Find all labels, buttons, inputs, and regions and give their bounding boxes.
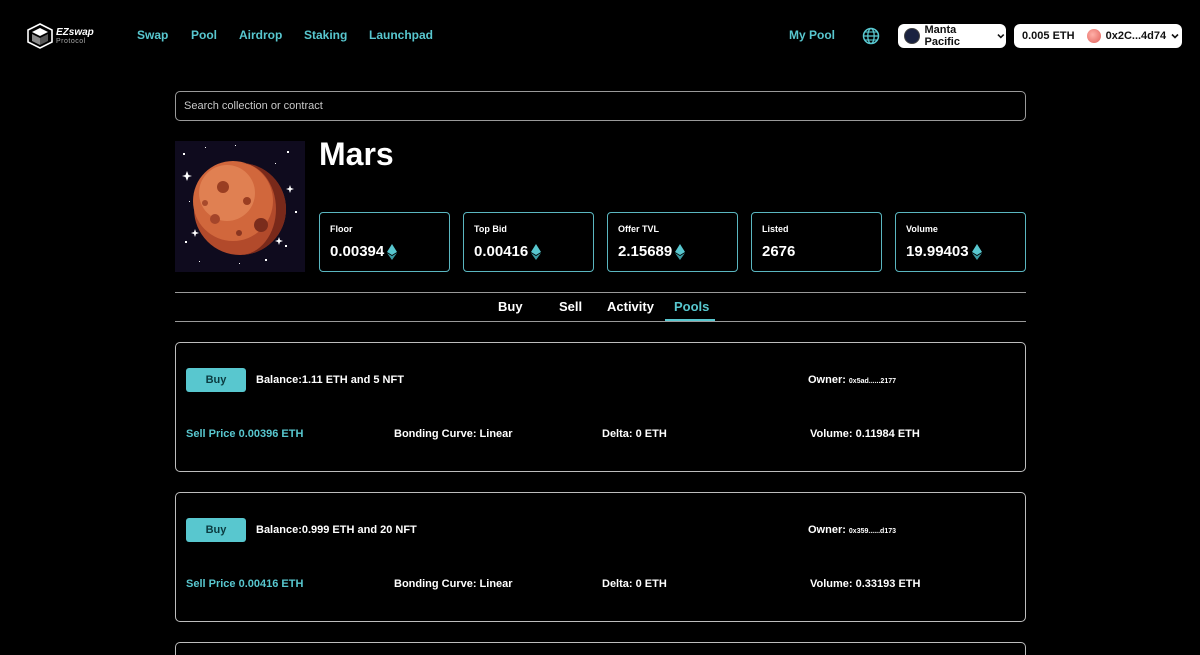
brand-name: EZswap [56, 26, 94, 38]
pool-balance: Balance:1.11 ETH and 5 NFT [256, 374, 404, 386]
bonding-curve: Bonding Curve: Linear [394, 428, 513, 440]
stat-volume: Volume 19.99403 [895, 212, 1026, 272]
tabs-divider-top [175, 292, 1026, 293]
tab-sell[interactable]: Sell [559, 299, 582, 314]
eth-icon [387, 243, 398, 260]
owner-address[interactable]: 0x359......d173 [849, 528, 896, 535]
brand-sub: Protocol [56, 37, 86, 45]
nav-swap[interactable]: Swap [137, 28, 168, 42]
chain-name: Manta Pacific [924, 24, 960, 48]
stat-label: Offer TVL [618, 224, 660, 234]
stat-floor: Floor 0.00394 [319, 212, 450, 272]
stat-label: Volume [906, 224, 938, 234]
chevron-down-icon [1171, 33, 1179, 39]
sell-price: Sell Price 0.00396 ETH [186, 428, 304, 440]
eth-icon [675, 243, 686, 260]
tab-activity[interactable]: Activity [607, 299, 654, 314]
nav-airdrop[interactable]: Airdrop [239, 28, 282, 42]
tab-buy[interactable]: Buy [498, 299, 523, 314]
bonding-curve: Bonding Curve: Linear [394, 578, 513, 590]
tab-pools[interactable]: Pools [674, 299, 709, 314]
owner-address[interactable]: 0x5ad......2177 [849, 378, 896, 385]
tabs-divider-bottom [175, 321, 1026, 322]
buy-button[interactable]: Buy [186, 368, 246, 392]
pool-delta: Delta: 0 ETH [602, 428, 667, 440]
pool-card: Buy Balance:0.999 ETH and 20 NFT Owner: 0… [175, 492, 1026, 622]
owner-label: Owner: [808, 524, 846, 536]
pool-card [175, 642, 1026, 655]
pool-owner: Owner: 0x359......d173 [808, 524, 896, 536]
search-input[interactable] [175, 91, 1026, 121]
pool-volume: Volume: 0.11984 ETH [810, 428, 920, 440]
stat-value: 19.99403 [906, 243, 969, 260]
manta-chain-icon [904, 28, 920, 44]
top-nav: EZswap Protocol Swap Pool Airdrop Stakin… [0, 0, 1200, 72]
globe-icon[interactable] [862, 27, 880, 45]
ezswap-logo[interactable]: EZswap Protocol [26, 22, 94, 50]
pool-balance: Balance:0.999 ETH and 20 NFT [256, 524, 417, 536]
ezswap-logo-icon [27, 23, 53, 49]
eth-icon [531, 243, 542, 260]
stat-value: 0.00416 [474, 243, 529, 260]
sell-price: Sell Price 0.00416 ETH [186, 578, 304, 590]
wallet-button[interactable]: 0.005 ETH 0x2C...4d74 [1014, 24, 1182, 48]
collection-image [175, 141, 305, 272]
chain-selector-button[interactable]: Manta Pacific [898, 24, 1006, 48]
collection-title: Mars [319, 136, 394, 172]
stat-label: Top Bid [474, 224, 507, 234]
wallet-avatar [1086, 29, 1101, 43]
stat-listed: Listed 2676 [751, 212, 882, 272]
stat-offer-tvl: Offer TVL 2.15689 [607, 212, 738, 272]
pool-volume: Volume: 0.33193 ETH [810, 578, 921, 590]
nav-pool[interactable]: Pool [191, 28, 217, 42]
nav-staking[interactable]: Staking [304, 28, 347, 42]
nav-my-pool[interactable]: My Pool [789, 28, 835, 42]
nav-launchpad[interactable]: Launchpad [369, 28, 433, 42]
stat-label: Listed [762, 224, 789, 234]
pool-card: Buy Balance:1.11 ETH and 5 NFT Owner: 0x5… [175, 342, 1026, 472]
stat-value: 0.00394 [330, 243, 385, 260]
chevron-down-icon [997, 34, 1005, 39]
pool-owner: Owner: 0x5ad......2177 [808, 374, 896, 386]
owner-label: Owner: [808, 374, 846, 386]
eth-icon [971, 243, 982, 260]
wallet-address: 0x2C...4d74 [1105, 30, 1167, 42]
stat-value: 2.15689 [618, 243, 673, 260]
pool-delta: Delta: 0 ETH [602, 578, 667, 590]
stat-top-bid: Top Bid 0.00416 [463, 212, 594, 272]
wallet-balance: 0.005 ETH [1022, 30, 1075, 42]
stat-value: 2676 [762, 243, 796, 260]
stat-label: Floor [330, 224, 353, 234]
buy-button[interactable]: Buy [186, 518, 246, 542]
